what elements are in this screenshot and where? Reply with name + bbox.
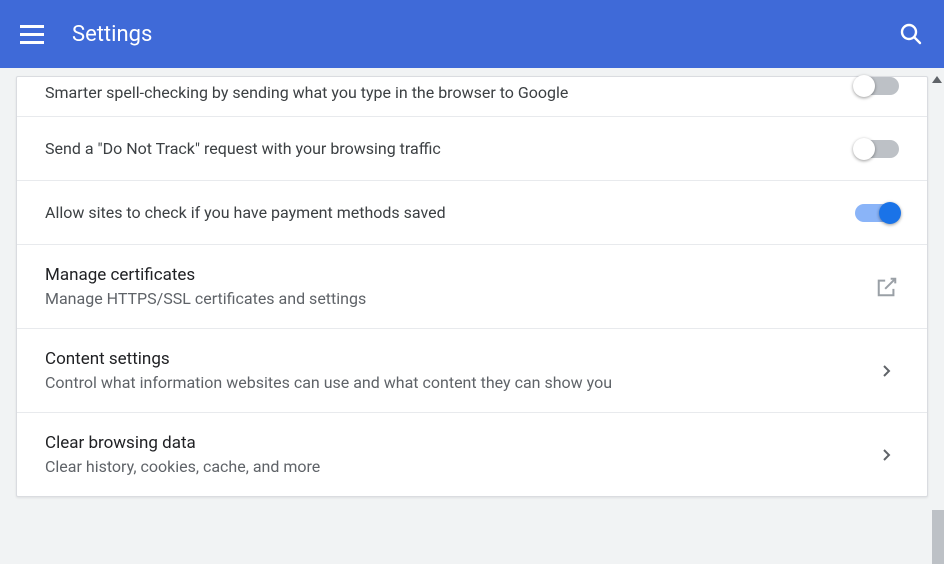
setting-title: Manage certificates: [45, 265, 875, 285]
app-header: Settings: [0, 0, 944, 68]
settings-card: Smarter spell-checking by sending what y…: [16, 76, 928, 497]
setting-subtitle: Control what information websites can us…: [45, 373, 875, 392]
open-external-icon: [875, 275, 899, 299]
chevron-right-icon: [875, 359, 899, 383]
setting-label: Allow sites to check if you have payment…: [45, 203, 855, 222]
setting-row-manage-certificates[interactable]: Manage certificates Manage HTTPS/SSL cer…: [17, 245, 927, 329]
setting-row-dnt[interactable]: Send a "Do Not Track" request with your …: [17, 117, 927, 181]
scrollbar-thumb[interactable]: [932, 510, 944, 564]
setting-title: Clear browsing data: [45, 433, 875, 453]
setting-row-payment[interactable]: Allow sites to check if you have payment…: [17, 181, 927, 245]
hamburger-menu-icon[interactable]: [20, 20, 48, 48]
setting-label: Send a "Do Not Track" request with your …: [45, 139, 855, 158]
search-icon[interactable]: [898, 21, 924, 47]
setting-row-content-settings[interactable]: Content settings Control what informatio…: [17, 329, 927, 413]
setting-subtitle: Manage HTTPS/SSL certificates and settin…: [45, 289, 875, 308]
chevron-right-icon: [875, 443, 899, 467]
dnt-toggle[interactable]: [855, 140, 899, 158]
setting-title: Content settings: [45, 349, 875, 369]
setting-subtitle: Clear history, cookies, cache, and more: [45, 457, 875, 476]
setting-row-clear-browsing-data[interactable]: Clear browsing data Clear history, cooki…: [17, 413, 927, 496]
spellcheck-toggle[interactable]: [855, 77, 899, 95]
setting-row-spellcheck[interactable]: Smarter spell-checking by sending what y…: [17, 77, 927, 117]
setting-label: Smarter spell-checking by sending what y…: [45, 83, 855, 102]
payment-toggle[interactable]: [855, 204, 899, 222]
page-title: Settings: [72, 22, 152, 47]
scroll-up-arrow-icon[interactable]: [932, 76, 942, 83]
